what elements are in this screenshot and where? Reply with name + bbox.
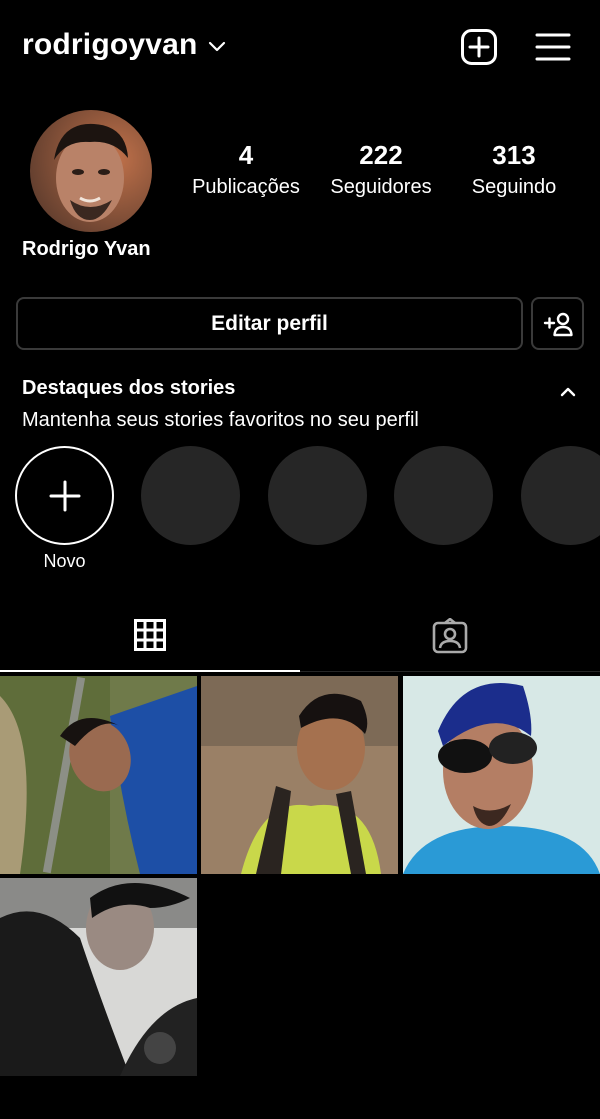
account-switcher[interactable]: rodrigoyvan — [22, 28, 226, 62]
grid-icon — [134, 619, 166, 651]
post-thumbnail[interactable] — [201, 676, 398, 874]
following-number: 313 — [492, 140, 536, 170]
post-thumbnail[interactable] — [0, 676, 197, 874]
plus-icon — [49, 480, 80, 511]
tab-tagged[interactable] — [300, 600, 600, 672]
tab-posts-grid[interactable] — [0, 600, 300, 672]
chevron-up-icon[interactable] — [557, 381, 579, 403]
add-post-icon[interactable] — [460, 28, 498, 66]
followers-count[interactable]: 222 Seguidores — [320, 138, 442, 201]
username: rodrigoyvan — [22, 28, 198, 61]
highlight-placeholder — [521, 446, 600, 545]
new-highlight-button[interactable] — [15, 446, 114, 545]
followers-label: Seguidores — [330, 176, 432, 198]
edit-profile-button[interactable]: Editar perfil — [16, 297, 523, 350]
add-user-icon — [543, 312, 573, 336]
chevron-down-icon — [208, 41, 225, 52]
followers-number: 222 — [359, 140, 403, 170]
tagged-person-icon — [432, 618, 468, 654]
discover-people-button[interactable] — [531, 297, 584, 350]
following-count[interactable]: 313 Seguindo — [458, 138, 570, 201]
new-highlight-label: Novo — [43, 551, 86, 571]
posts-number: 4 — [238, 140, 254, 170]
posts-label: Publicações — [192, 176, 300, 198]
highlight-placeholder — [268, 446, 367, 545]
highlights-subtitle: Mantenha seus stories favoritos no seu p… — [22, 409, 419, 431]
highlight-placeholder — [394, 446, 493, 545]
highlight-placeholder — [141, 446, 240, 545]
post-thumbnail[interactable] — [0, 878, 197, 1076]
profile-full-name: Rodrigo Yvan — [22, 238, 151, 260]
avatar[interactable] — [30, 110, 152, 232]
profile-tabs — [0, 600, 600, 672]
top-bar: rodrigoyvan — [0, 0, 600, 96]
following-label: Seguindo — [471, 176, 557, 198]
profile-header: 4 Publicações 222 Seguidores 313 Seguind… — [0, 108, 600, 268]
hamburger-menu-icon[interactable] — [534, 28, 572, 66]
posts-count: 4 Publicações — [184, 138, 308, 201]
post-thumbnail[interactable] — [403, 676, 600, 874]
highlights-title: Destaques dos stories — [22, 377, 236, 399]
